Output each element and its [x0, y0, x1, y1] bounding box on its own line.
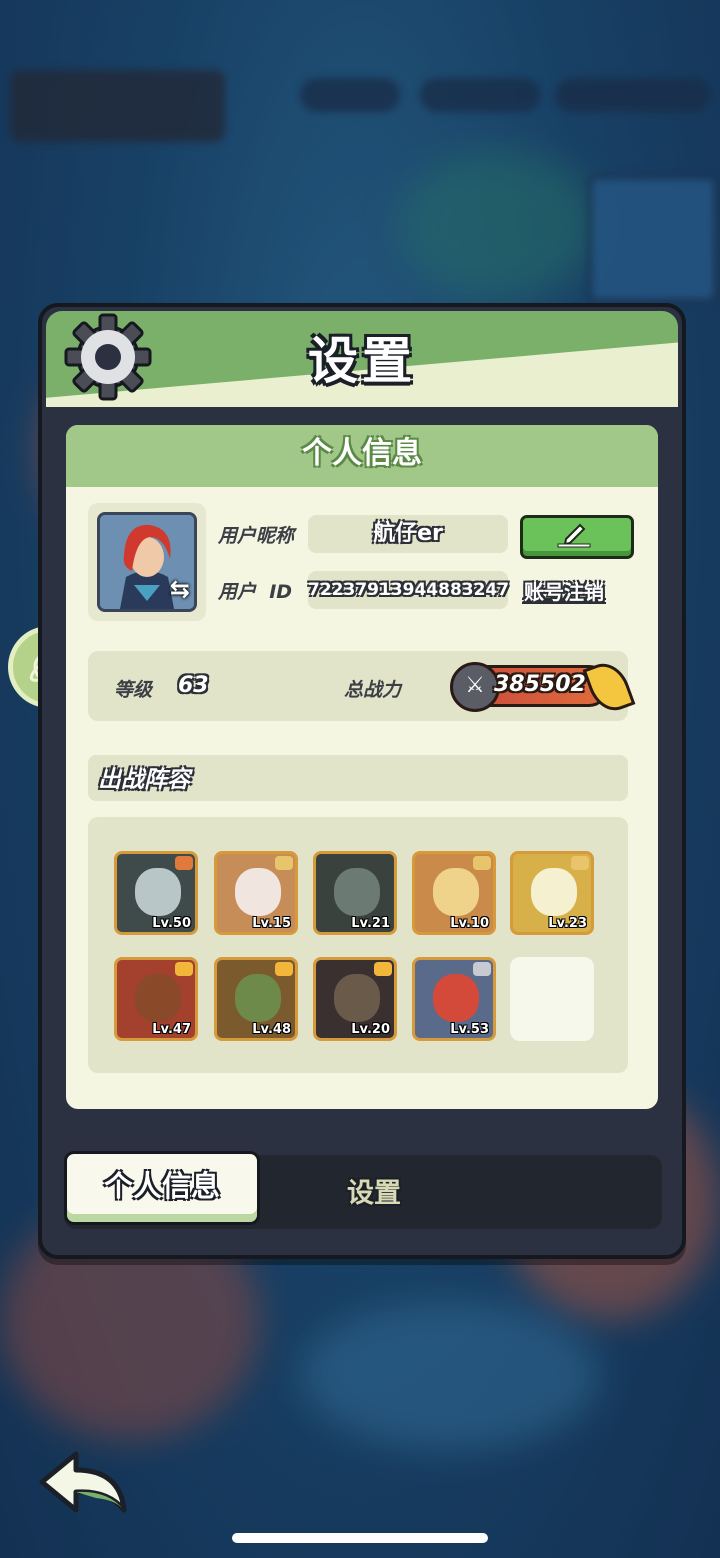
hero-level: Lv.50 [152, 916, 191, 931]
hero-level: Lv.47 [152, 1022, 191, 1037]
lineup-grid: Lv.50 Lv.15 Lv.21 Lv.10 Lv.23 Lv.47 Lv.4… [88, 817, 628, 1073]
flame-icon [582, 657, 636, 717]
level-label: 等级 [114, 679, 153, 701]
crossed-swords-icon: ⚔ [450, 662, 500, 712]
avatar[interactable]: ⇆ [97, 512, 197, 612]
hero-slot[interactable]: Lv.20 [313, 957, 397, 1041]
hero-level: Lv.15 [252, 916, 291, 931]
stats-row: 等级 63 总战力 ⚔ 385502 [88, 651, 636, 721]
hero-slot[interactable]: Lv.15 [214, 851, 298, 935]
lineup-title: 出战阵容 [98, 767, 190, 793]
tab-bar: 个人信息 设置 [64, 1151, 662, 1229]
hero-slot[interactable]: Lv.47 [114, 957, 198, 1041]
power-badge: ⚔ 385502 [450, 657, 636, 717]
power-label: 总战力 [344, 679, 402, 701]
lineup-header: 出战阵容 [88, 755, 628, 801]
hero-level: Lv.48 [252, 1022, 291, 1037]
hero-slot[interactable]: Lv.50 [114, 851, 198, 935]
hero-slot[interactable]: Lv.10 [412, 851, 496, 935]
nickname-field: 航仔er [308, 515, 508, 553]
hero-level: Lv.10 [450, 916, 489, 931]
swap-icon[interactable]: ⇆ [170, 575, 190, 603]
level-value: 63 [178, 673, 209, 698]
back-arrow-icon[interactable] [36, 1448, 128, 1520]
hero-slot[interactable]: Lv.21 [313, 851, 397, 935]
pencil-icon [557, 523, 591, 548]
hero-level: Lv.20 [351, 1022, 390, 1037]
hero-slot[interactable]: Lv.23 [510, 851, 594, 935]
hero-slot[interactable]: Lv.53 [412, 957, 496, 1041]
home-indicator[interactable] [232, 1533, 488, 1543]
hero-slot[interactable]: Lv.48 [214, 957, 298, 1041]
power-value: 385502 [494, 672, 586, 697]
nickname-label: 用户昵称 [218, 525, 295, 547]
tab-settings[interactable]: 设置 [304, 1155, 444, 1229]
hero-level: Lv.21 [351, 916, 390, 931]
edit-nickname-button[interactable] [520, 515, 634, 559]
profile-section-title: 个人信息 [66, 425, 658, 487]
avatar-frame[interactable]: ⇆ [88, 503, 206, 621]
userid-label: 用户 ID [218, 581, 293, 603]
tab-profile[interactable]: 个人信息 [64, 1151, 260, 1225]
empty-hero-slot[interactable] [510, 957, 594, 1041]
hero-level: Lv.23 [548, 916, 587, 931]
profile-card: 个人信息 ⇆ 用户昵称 航仔er 用户 ID 72237913944883247… [66, 425, 658, 1109]
settings-panel: 设置 个人信息 ⇆ 用户昵称 航仔er 用户 ID 72237913944883… [38, 303, 686, 1259]
panel-title: 设置 [308, 332, 416, 390]
userid-field: 72237913944883247 [308, 571, 509, 609]
cancel-account-link[interactable]: 账号注销 [524, 576, 604, 605]
hero-level: Lv.53 [450, 1022, 489, 1037]
